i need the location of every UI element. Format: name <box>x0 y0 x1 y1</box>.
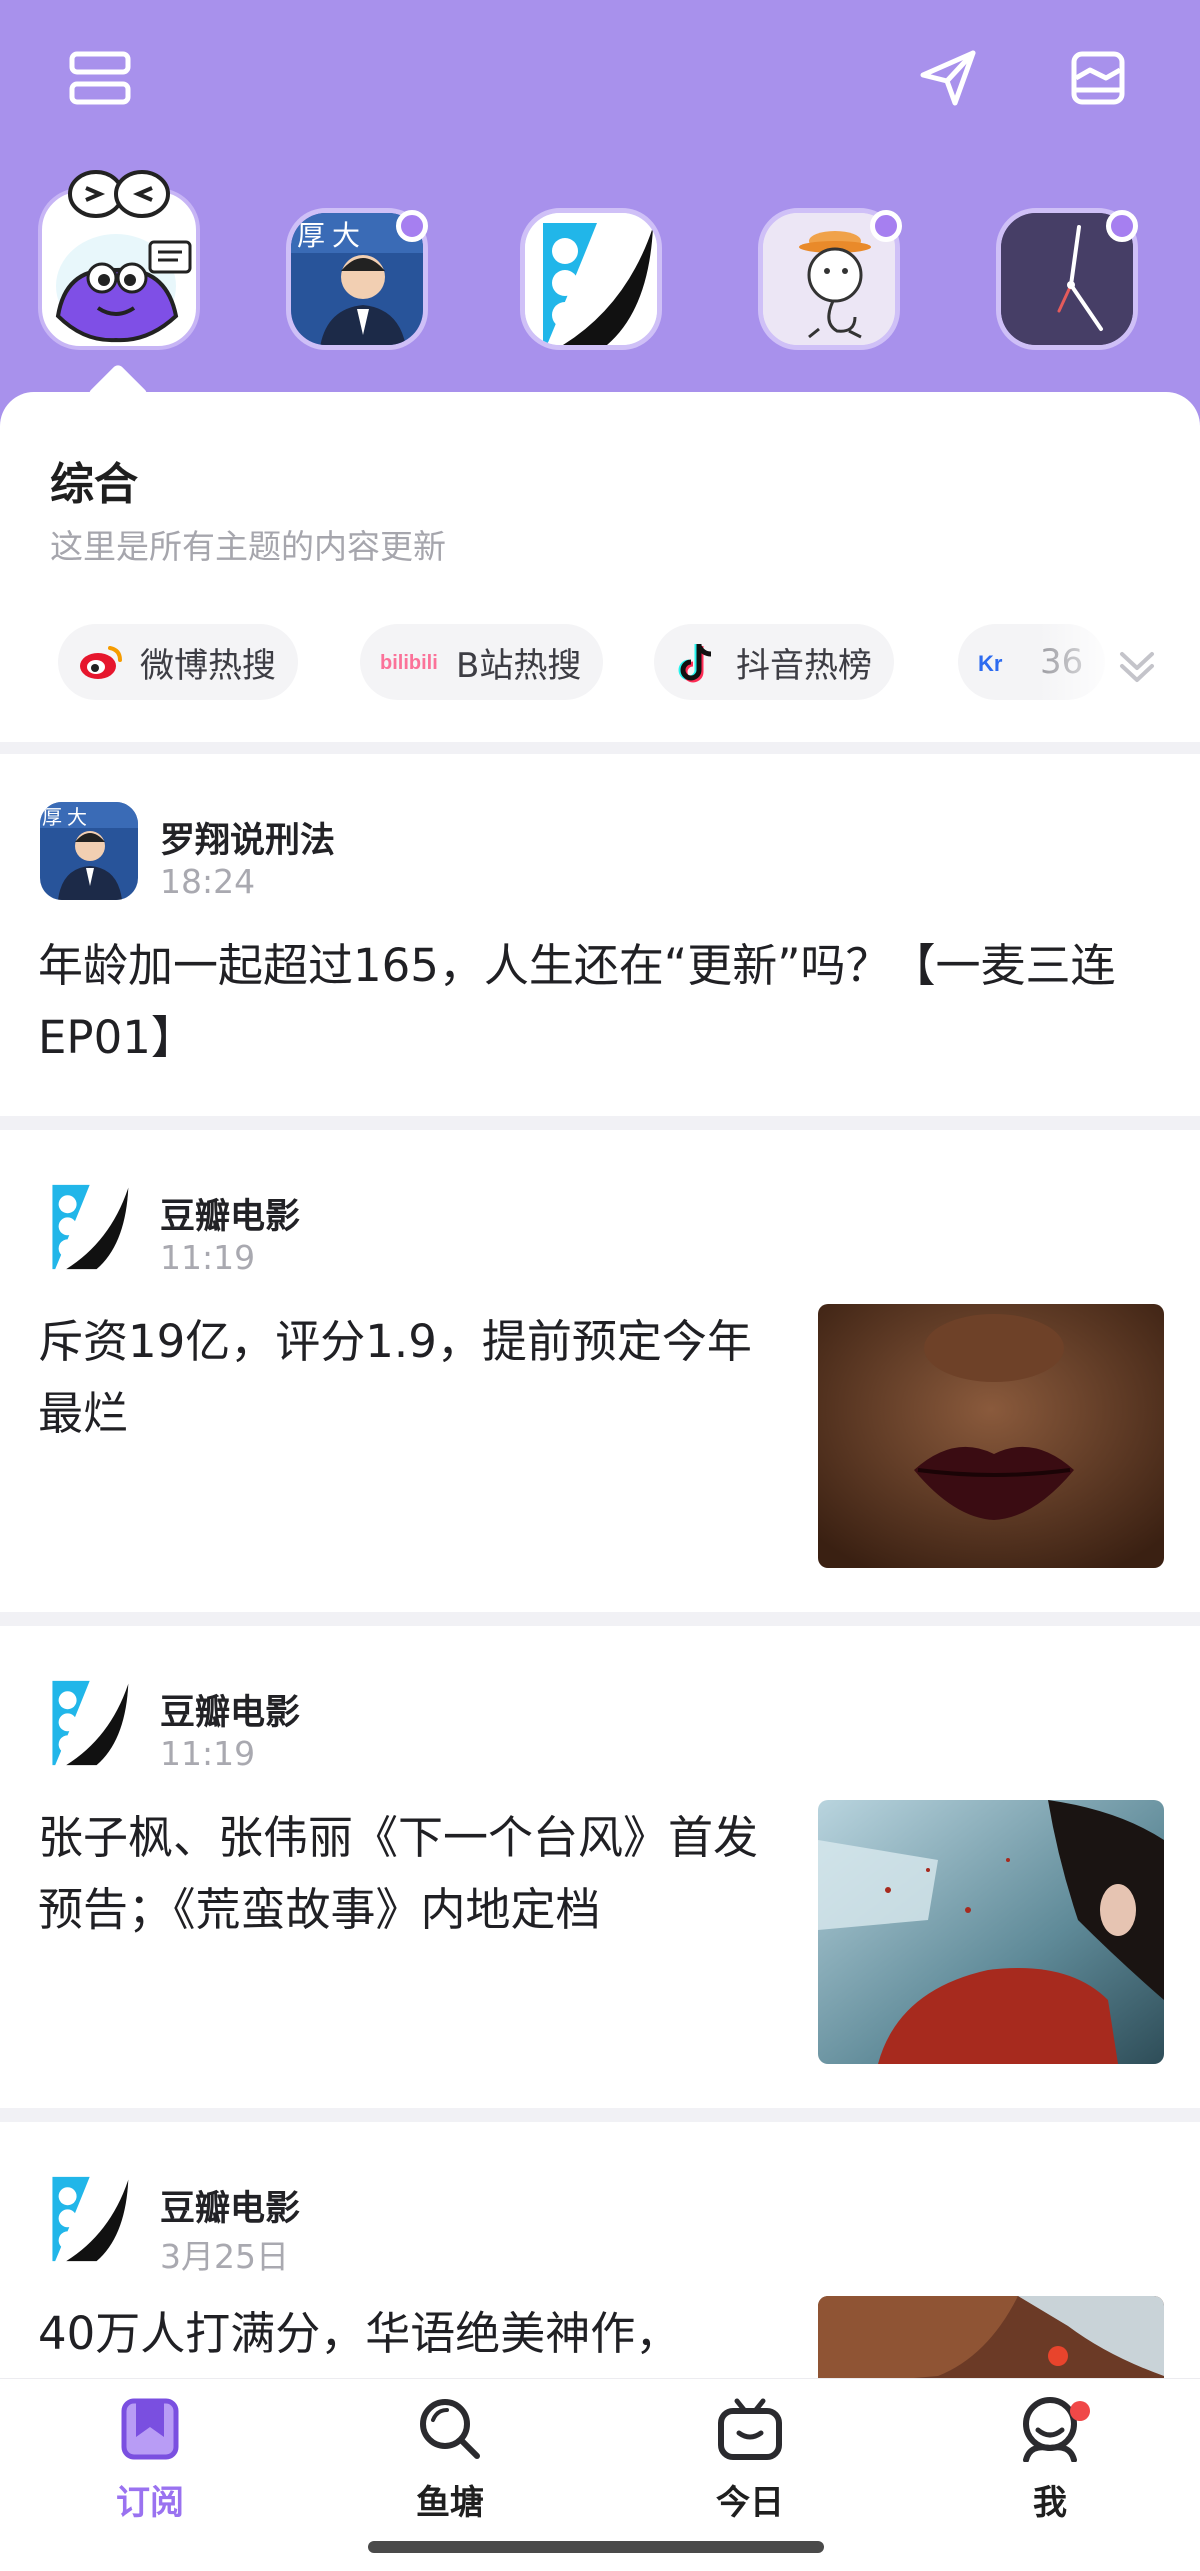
douban-movie-logo-icon <box>40 2170 138 2268</box>
section-title: 综合 <box>50 459 138 510</box>
subscription-avatar-douban-movie[interactable] <box>520 208 662 350</box>
bookmark-icon <box>114 2393 186 2465</box>
source-avatar <box>40 1674 138 1772</box>
home-indicator[interactable] <box>368 2541 824 2553</box>
chip-label: 抖音热榜 <box>736 645 872 686</box>
post-time: 3月25日 <box>160 2237 289 2276</box>
douban-movie-logo-icon <box>40 1674 138 1772</box>
post-title: 40万人打满分，华语绝美神作， <box>38 2307 681 2360</box>
update-dot <box>1106 210 1138 242</box>
bilibili-icon: bilibili <box>380 639 440 685</box>
movie-still-thumbnail-image <box>818 1800 1164 2064</box>
nav-label: 我 <box>1033 2483 1067 2523</box>
hot-list-chips: 微博热搜 bilibili B站热搜 抖音热榜 Kr <box>58 624 1158 700</box>
nav-label: 鱼塘 <box>416 2483 484 2523</box>
post-title: 张子枫、张伟丽《下一个台风》首发预告；《荒蛮故事》内地定档 <box>38 1811 759 1936</box>
source-name: 罗翔说刑法 <box>160 821 336 861</box>
chip-douyin[interactable]: 抖音热榜 <box>654 624 894 700</box>
menu-icon <box>69 51 131 105</box>
post-time: 11:19 <box>160 1238 256 1277</box>
svg-text:Kr: Kr <box>978 651 1003 676</box>
svg-text:厚 大: 厚 大 <box>42 806 87 829</box>
nav-label: 今日 <box>716 2483 784 2523</box>
post-thumbnail <box>818 1800 1164 2064</box>
inbox-button[interactable] <box>1058 38 1138 118</box>
source-name: 豆瓣电影 <box>160 2189 301 2229</box>
tv-icon <box>714 2393 786 2465</box>
frog-mascot-icon <box>38 170 200 350</box>
update-dot <box>396 210 428 242</box>
nav-tab-today[interactable]: 今日 <box>670 2393 830 2543</box>
feed-card[interactable]: 豆瓣电影 11:19 张子枫、张伟丽《下一个台风》首发预告；《荒蛮故事》内地定档 <box>0 1626 1200 2108</box>
post-time: 18:24 <box>160 862 256 901</box>
svg-text:厚 大: 厚 大 <box>297 220 360 252</box>
notification-badge <box>1070 2401 1090 2421</box>
header: 厚 大 <box>0 0 1200 430</box>
feed-card[interactable]: 豆瓣电影 3月25日 40万人打满分，华语绝美神作， <box>0 2122 1200 2378</box>
source-name: 豆瓣电影 <box>160 1197 301 1237</box>
source-name: 豆瓣电影 <box>160 1693 301 1733</box>
app-screen: 厚 大 综合 这里是所有主题的内容更新 微博热搜 bilibili B站热搜 抖… <box>0 0 1200 2571</box>
post-thumbnail <box>818 2296 1164 2378</box>
source-avatar: 厚 大 <box>40 802 138 900</box>
chip-bilibili[interactable]: bilibili B站热搜 <box>360 624 604 700</box>
36kr-icon: Kr <box>978 639 1024 685</box>
source-avatar <box>40 1178 138 1276</box>
post-title: 年龄加一起超过165，人生还在“更新”吗？【一麦三连EP01】 <box>38 939 1116 1064</box>
menu-button[interactable] <box>60 38 140 118</box>
mascot-avatar[interactable] <box>38 166 200 350</box>
chip-label: 微博热搜 <box>140 645 276 686</box>
section-panel: 综合 这里是所有主题的内容更新 微博热搜 bilibili B站热搜 抖音热榜 … <box>0 362 1200 742</box>
post-time: 11:19 <box>160 1734 256 1773</box>
svg-text:bilibili: bilibili <box>380 652 438 674</box>
post-thumbnail <box>818 1304 1164 1568</box>
nav-tab-subscribe[interactable]: 订阅 <box>70 2393 230 2543</box>
chip-label: B站热搜 <box>456 645 582 686</box>
douban-movie-logo-icon <box>40 1178 138 1276</box>
search-icon <box>414 2393 486 2465</box>
weibo-icon <box>78 639 124 685</box>
source-avatar <box>40 2170 138 2268</box>
inbox-icon <box>1071 51 1125 105</box>
post-title: 斥资19亿，评分1.9，提前预定今年最烂 <box>38 1315 752 1440</box>
send-icon <box>920 50 976 106</box>
subscription-avatars: 厚 大 <box>0 130 1200 370</box>
update-dot <box>870 210 902 242</box>
douyin-icon <box>674 639 720 685</box>
feed-card[interactable]: 厚 大 罗翔说刑法 18:24 年龄加一起超过165，人生还在“更新”吗？【一麦… <box>0 754 1200 1116</box>
double-chevron-down-icon <box>1120 652 1154 682</box>
douban-movie-logo-icon <box>525 213 657 345</box>
nav-tab-me[interactable]: 我 <box>970 2393 1130 2543</box>
movie-still-thumbnail-image <box>818 2296 1164 2378</box>
chip-weibo[interactable]: 微博热搜 <box>58 624 298 700</box>
share-button[interactable] <box>908 38 988 118</box>
feed-card[interactable]: 豆瓣电影 11:19 斥资19亿，评分1.9，提前预定今年最烂 <box>0 1130 1200 1612</box>
section-subtitle: 这里是所有主题的内容更新 <box>50 527 446 566</box>
lips-thumbnail-image <box>818 1304 1164 1568</box>
nav-label: 订阅 <box>116 2483 184 2523</box>
expand-chips-button[interactable] <box>1112 640 1162 690</box>
nav-tab-fishpond[interactable]: 鱼塘 <box>370 2393 530 2543</box>
person-avatar-image: 厚 大 <box>40 802 138 900</box>
